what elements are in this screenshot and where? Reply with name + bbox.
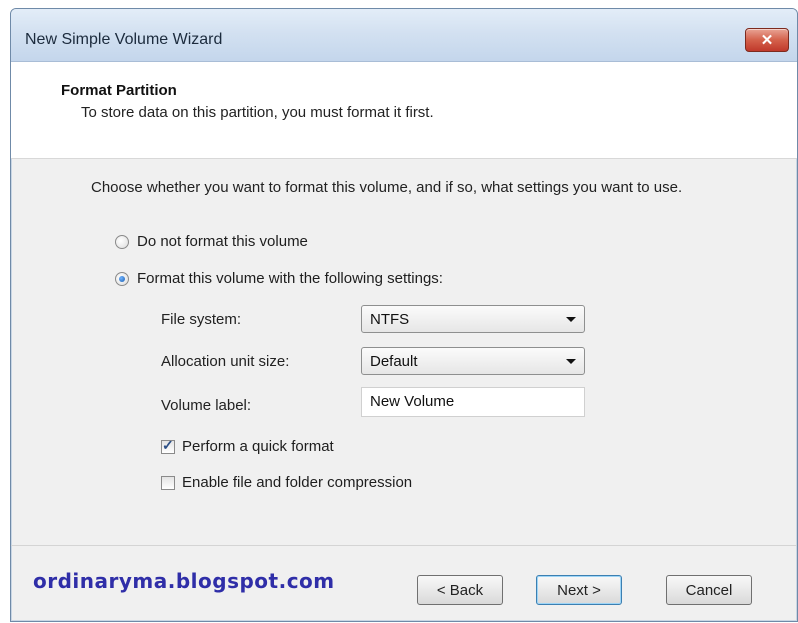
compression-label: Enable file and folder compression — [182, 474, 413, 491]
radio-no-format-label: Do not format this volume — [137, 233, 308, 250]
compression-option[interactable]: Enable file and folder compression — [161, 474, 412, 491]
wizard-window: New Simple Volume Wizard ✕ Format Partit… — [10, 8, 798, 622]
volume-label-label: Volume label: — [161, 397, 252, 414]
radio-format-label: Format this volume with the following se… — [137, 270, 443, 287]
allocation-unit-label: Allocation unit size: — [161, 353, 290, 370]
cancel-button[interactable]: Cancel — [666, 575, 752, 605]
radio-format[interactable]: Format this volume with the following se… — [115, 270, 443, 287]
radio-button-selected[interactable] — [115, 271, 129, 286]
file-system-value: NTFS — [370, 311, 410, 328]
radio-button[interactable] — [115, 234, 129, 249]
quick-format-label: Perform a quick format — [182, 438, 334, 455]
close-icon: ✕ — [760, 32, 774, 49]
volume-label-value: New Volume — [370, 393, 455, 410]
file-system-dropdown[interactable]: NTFS — [361, 305, 585, 333]
page-title: Format Partition — [61, 82, 177, 99]
wizard-header: Format Partition To store data on this p… — [11, 62, 797, 159]
instruction-text: Choose whether you want to format this v… — [91, 179, 683, 196]
page-subtitle: To store data on this partition, you mus… — [81, 104, 434, 121]
quick-format-option[interactable]: Perform a quick format — [161, 437, 334, 455]
quick-format-checkbox[interactable] — [161, 437, 175, 454]
title-bar[interactable]: New Simple Volume Wizard ✕ — [11, 9, 797, 62]
back-button[interactable]: < Back — [417, 575, 503, 605]
compression-checkbox[interactable] — [161, 475, 175, 490]
allocation-unit-value: Default — [370, 353, 418, 370]
next-button[interactable]: Next > — [536, 575, 622, 605]
volume-label-input[interactable]: New Volume — [361, 387, 585, 417]
watermark: ordinaryma.blogspot.com — [33, 569, 335, 593]
file-system-label: File system: — [161, 311, 242, 328]
chevron-down-icon — [566, 317, 576, 322]
footer-divider — [11, 545, 797, 546]
close-button[interactable]: ✕ — [745, 28, 789, 52]
allocation-unit-dropdown[interactable]: Default — [361, 347, 585, 375]
window-title: New Simple Volume Wizard — [25, 31, 223, 48]
radio-no-format[interactable]: Do not format this volume — [115, 233, 308, 250]
chevron-down-icon — [566, 359, 576, 364]
